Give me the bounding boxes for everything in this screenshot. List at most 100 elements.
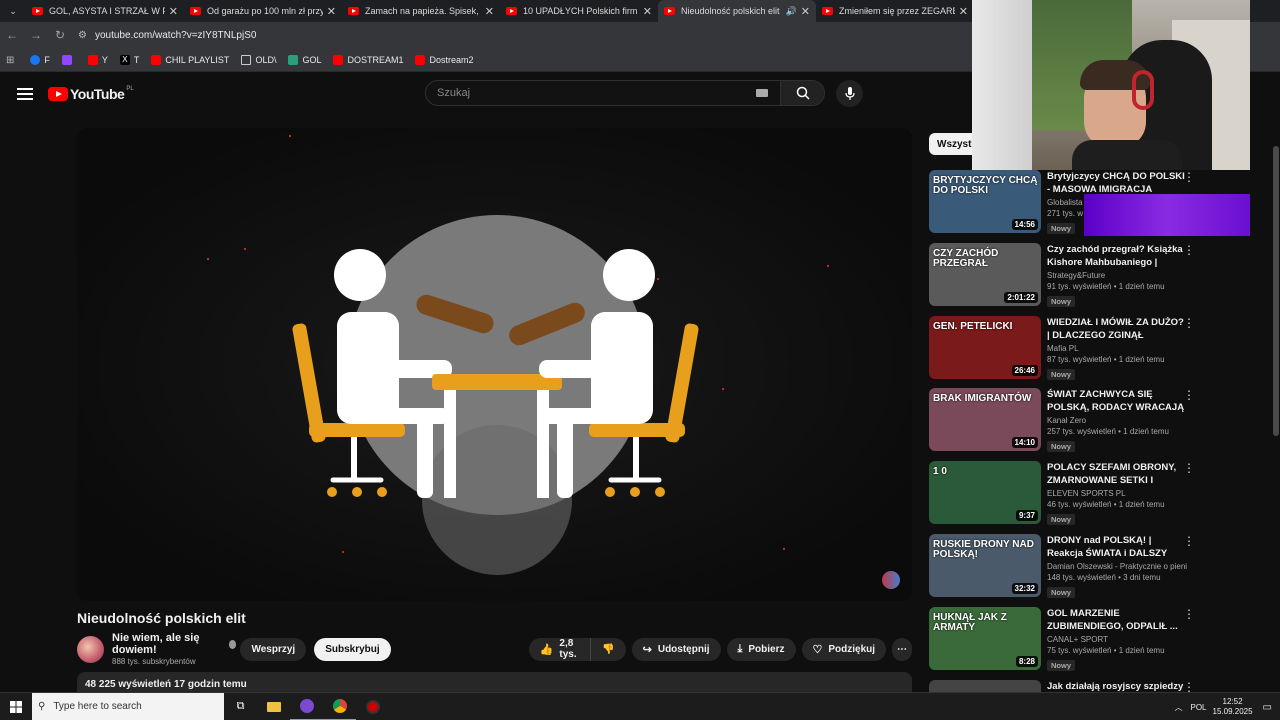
site-info-icon[interactable]: ⚙ bbox=[78, 30, 87, 41]
back-arrow-icon[interactable]: ← bbox=[0, 22, 24, 48]
video-thumbnail[interactable]: HUKNĄŁ JAK Z ARMATY 8:28 bbox=[929, 606, 1041, 670]
download-button[interactable]: ⤓ Pobierz bbox=[726, 637, 796, 661]
subscribe-button[interactable]: Subskrybuj bbox=[314, 637, 391, 661]
menu-icon[interactable] bbox=[17, 88, 33, 100]
channel-avatar[interactable] bbox=[77, 635, 104, 663]
download-icon: ⤓ bbox=[737, 642, 743, 655]
bookmark-dostream2[interactable]: Dostream2 bbox=[415, 54, 474, 65]
app-red-icon[interactable] bbox=[356, 693, 389, 720]
reload-icon[interactable]: ↻ bbox=[48, 22, 72, 48]
bookmark-f[interactable]: F bbox=[30, 54, 50, 65]
recommendation-item[interactable]: CZY ZACHÓD PRZEGRAŁ 2:01:22 Czy zachód prz… bbox=[929, 242, 1199, 309]
video-thumbnail[interactable]: BRYTYJCZYCY CHCĄ DO POLSKI 14:56 bbox=[929, 170, 1041, 233]
recommendation-channel[interactable]: Mafia PL bbox=[1047, 344, 1187, 353]
close-tab-icon[interactable]: ✕ bbox=[801, 5, 810, 18]
channel-name[interactable]: Nie wiem, ale się dowiem! bbox=[112, 632, 237, 656]
close-tab-icon[interactable]: ✕ bbox=[959, 5, 968, 18]
video-thumbnail[interactable]: RUSKIE DRONY NAD POLSKĄ! 32:32 bbox=[929, 534, 1041, 597]
recommendation-title[interactable]: Jak działają rosyjscy szpiedzy bbox=[1047, 680, 1187, 693]
more-actions-button[interactable]: ⋯ bbox=[892, 637, 912, 661]
tray-chevron-icon[interactable]: ︿ bbox=[1174, 702, 1182, 713]
support-button[interactable]: Wesprzyj bbox=[240, 637, 307, 661]
close-tab-icon[interactable]: ✕ bbox=[485, 5, 494, 18]
recommendation-title[interactable]: ŚWIAT ZACHWYCA SIĘ POLSKĄ, RODACY WRACAJ… bbox=[1047, 388, 1187, 414]
browser-tab[interactable]: 10 UPADŁYCH Polskich firm - Y ✕ bbox=[500, 0, 658, 22]
new-badge: Nowy bbox=[1047, 441, 1076, 453]
youtube-logo[interactable]: YouTube PL bbox=[48, 86, 134, 102]
recommendation-item[interactable]: BRAK IMIGRANTÓW 14:10 ŚWIAT ZACHWYCA SIĘ P… bbox=[929, 388, 1199, 454]
recommendation-item[interactable]: HUKNĄŁ JAK Z ARMATY 8:28 GOL MARZENIE ZUBI… bbox=[929, 606, 1199, 673]
url-field[interactable]: ⚙ youtube.com/watch?v=zIY8TNLpjS0 bbox=[78, 25, 256, 45]
dislike-button[interactable]: 👎 bbox=[591, 637, 626, 661]
forward-arrow-icon[interactable]: → bbox=[24, 22, 48, 48]
more-options-icon[interactable]: ⋮ bbox=[1183, 388, 1195, 402]
close-tab-icon[interactable]: ✕ bbox=[643, 5, 652, 18]
bookmark-t[interactable]: XT bbox=[119, 54, 139, 65]
thumbnail-caption: BRYTYJCZYCY CHCĄ DO POLSKI bbox=[933, 175, 1038, 196]
bookmark-y[interactable]: Y bbox=[87, 54, 108, 65]
bookmark-twitch[interactable] bbox=[61, 54, 76, 65]
recommendation-title[interactable]: POLACY SZEFAMI OBRONY, ZMARNOWANE SETKI … bbox=[1047, 461, 1187, 487]
tab-search-chevron-icon[interactable]: ⌄ bbox=[0, 0, 26, 22]
task-view-icon[interactable]: ⧉ bbox=[224, 693, 257, 720]
search-button[interactable] bbox=[780, 81, 824, 105]
search-input[interactable]: Szukaj bbox=[426, 87, 756, 99]
video-thumbnail[interactable]: BRAK IMIGRANTÓW 14:10 bbox=[929, 388, 1041, 452]
obs-icon[interactable] bbox=[290, 693, 323, 720]
taskbar-search-input[interactable]: ⚲ Type here to search bbox=[32, 692, 224, 720]
notifications-icon[interactable]: ▭ bbox=[1263, 702, 1272, 713]
recommendation-channel[interactable]: Kanał Zero bbox=[1047, 416, 1187, 425]
speaker-icon[interactable]: 🔊 bbox=[786, 6, 797, 17]
bookmark-old[interactable]: OLD\ bbox=[241, 54, 276, 65]
video-thumbnail[interactable]: 1 0 9:37 bbox=[929, 461, 1041, 525]
recommendation-item[interactable]: RUSKIE DRONY NAD POLSKĄ! 32:32 DRONY nad P… bbox=[929, 534, 1199, 600]
close-tab-icon[interactable]: ✕ bbox=[169, 5, 178, 18]
browser-tab[interactable]: Zamach na papieża. Spisek, któ ✕ bbox=[342, 0, 500, 22]
recommendation-title[interactable]: DRONY nad POLSKĄ! | Reakcja ŚWIATA i DAL… bbox=[1047, 534, 1187, 560]
thanks-button[interactable]: ♡ Podziękuj bbox=[801, 637, 887, 661]
voice-search-button[interactable] bbox=[836, 80, 863, 107]
recommendation-item[interactable]: 1 0 9:37 POLACY SZEFAMI OBRONY, ZMARNOWANE… bbox=[929, 461, 1199, 527]
recommendation-channel[interactable]: ELEVEN SPORTS PL bbox=[1047, 489, 1187, 498]
ambient-mode-icon[interactable] bbox=[882, 571, 900, 589]
recommendation-title[interactable]: WIEDZIAŁ I MÓWIŁ ZA DUŻO? | DLACZEGO ZGI… bbox=[1047, 316, 1187, 342]
close-tab-icon[interactable]: ✕ bbox=[327, 5, 336, 18]
more-options-icon[interactable]: ⋮ bbox=[1183, 170, 1195, 184]
recommendation-channel[interactable]: Damian Olszewski - Praktycznie o pienią.… bbox=[1047, 562, 1187, 571]
browser-tab[interactable]: Od garażu po 100 mln zł przych ✕ bbox=[184, 0, 342, 22]
browser-tab[interactable]: GOL, ASYSTA I STRZAŁ W POPR✕ bbox=[26, 0, 184, 22]
headphones bbox=[1132, 70, 1154, 110]
windows-start-button[interactable] bbox=[0, 693, 32, 720]
recommendation-item[interactable]: GEN. PETELICKI 26:46 WIEDZIAŁ I MÓWIŁ ZA D… bbox=[929, 315, 1199, 382]
recommendation-channel[interactable]: CANAL+ SPORT bbox=[1047, 635, 1187, 644]
thumbs-up-icon: 👍 bbox=[539, 643, 554, 656]
recommendation-title[interactable]: GOL MARZENIE ZUBIMENDIEGO, ODPALIŁ ... bbox=[1047, 607, 1187, 633]
more-options-icon[interactable]: ⋮ bbox=[1183, 243, 1195, 257]
like-button[interactable]: 👍 2,8 tys. bbox=[528, 637, 592, 661]
apps-grid-icon[interactable]: ⊞ bbox=[6, 55, 18, 66]
bookmark-dostream1[interactable]: DOSTREAM1 bbox=[333, 54, 403, 65]
browser-tab[interactable]: Zmieniłem się przez ZEGAREK ✕ bbox=[816, 0, 974, 22]
video-thumbnail[interactable]: CZY ZACHÓD PRZEGRAŁ 2:01:22 bbox=[929, 242, 1041, 306]
search-box[interactable]: Szukaj bbox=[425, 80, 825, 106]
recommendation-title[interactable]: Brytyjczycy CHCĄ DO POLSKI - MASOWA IMIG… bbox=[1047, 170, 1187, 196]
share-button[interactable]: ↪ Udostępnij bbox=[631, 637, 721, 661]
recommendation-title[interactable]: Czy zachód przegrał? Książka Kishore Mah… bbox=[1047, 243, 1187, 269]
clock[interactable]: 12:52 15.09.2025 bbox=[1213, 697, 1253, 717]
language-indicator[interactable]: POL bbox=[1190, 703, 1206, 712]
page-scrollbar[interactable] bbox=[1272, 116, 1280, 690]
scrollbar-thumb[interactable] bbox=[1273, 146, 1279, 436]
video-thumbnail[interactable]: GEN. PETELICKI 26:46 bbox=[929, 315, 1041, 379]
keyboard-icon[interactable] bbox=[756, 89, 768, 97]
bookmark-gol[interactable]: GOL bbox=[288, 54, 321, 65]
more-options-icon[interactable]: ⋮ bbox=[1183, 316, 1195, 330]
more-options-icon[interactable]: ⋮ bbox=[1183, 607, 1195, 621]
more-options-icon[interactable]: ⋮ bbox=[1183, 461, 1195, 475]
browser-tab-active[interactable]: Nieudolność polskich elit - 🔊 ✕ bbox=[658, 0, 816, 22]
file-explorer-icon[interactable] bbox=[257, 693, 290, 720]
bookmark-chil-playlist[interactable]: CHIL PLAYLIST bbox=[151, 54, 229, 65]
chrome-icon[interactable] bbox=[323, 693, 356, 720]
video-player[interactable] bbox=[77, 128, 912, 601]
more-options-icon[interactable]: ⋮ bbox=[1183, 534, 1195, 548]
recommendation-channel[interactable]: Strategy&Future bbox=[1047, 271, 1187, 280]
